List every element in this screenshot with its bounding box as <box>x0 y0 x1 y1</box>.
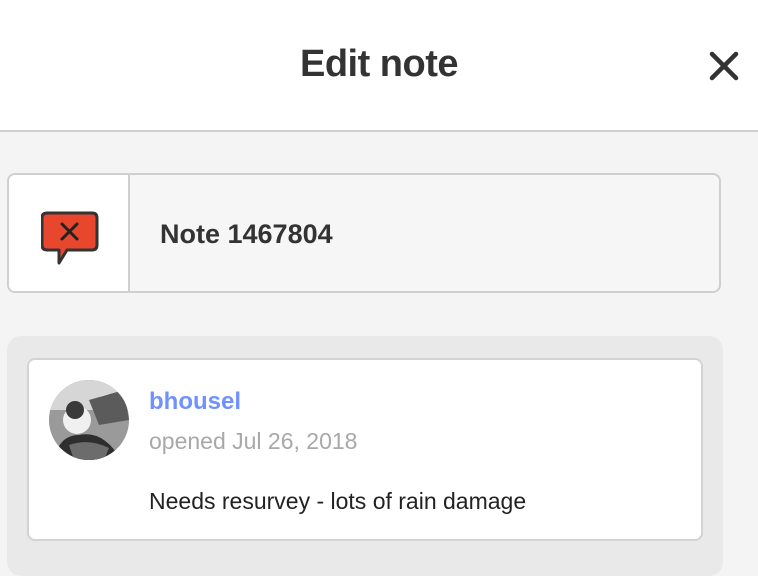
close-button[interactable] <box>700 44 746 90</box>
comment-item: bhousel opened Jul 26, 2018 Needs resurv… <box>27 358 703 541</box>
close-icon <box>709 51 739 81</box>
avatar <box>49 380 129 460</box>
page-title: Edit note <box>299 43 459 85</box>
note-title: Note 1467804 <box>160 219 333 249</box>
user-avatar-image <box>49 380 129 460</box>
note-closed-icon <box>41 211 99 265</box>
comment-text: Needs resurvey - lots of rain damage <box>149 488 527 514</box>
comment-date: opened Jul 26, 2018 <box>149 428 358 454</box>
note-header-card: Note 1467804 <box>7 173 721 293</box>
modal-header: Edit note <box>0 0 758 132</box>
note-icon-cell <box>9 175 130 291</box>
comment-author-link[interactable]: bhousel <box>149 388 241 416</box>
